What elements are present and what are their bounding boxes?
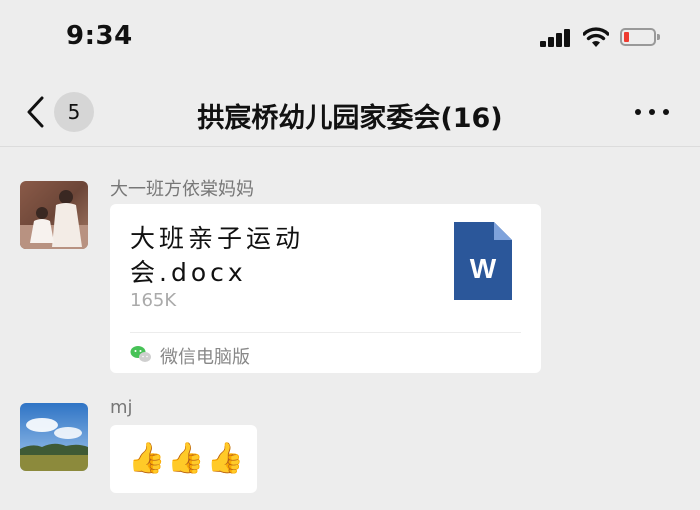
avatar[interactable] [20, 181, 88, 249]
file-size: 165K [130, 290, 177, 311]
more-options-icon[interactable] [632, 104, 672, 120]
file-name: 大班亲子运动会.docx [130, 224, 305, 287]
file-source-label: 微信电脑版 [160, 347, 250, 368]
sender-name: mj [110, 397, 133, 418]
unread-count-badge: 5 [54, 92, 94, 132]
chat-header: 拱宸桥幼儿园家委会(16) 5 [0, 78, 700, 147]
text-message-bubble[interactable]: 👍👍👍 [110, 425, 257, 493]
sender-name: 大一班方依棠妈妈 [110, 179, 254, 200]
battery-icon [620, 28, 660, 46]
word-doc-icon: W [454, 222, 512, 300]
word-doc-letter: W [470, 253, 497, 284]
back-button[interactable]: 5 [24, 92, 104, 132]
chevron-left-icon [27, 96, 44, 128]
wechat-icon [130, 346, 151, 362]
divider [130, 332, 521, 333]
avatar[interactable] [20, 403, 88, 471]
cellular-signal-icon [540, 29, 572, 47]
chat-title: 拱宸桥幼儿园家委会(16) [197, 103, 503, 134]
status-time: 9:34 [66, 21, 133, 51]
thumbs-up-emoji-text: 👍👍👍 [128, 441, 247, 476]
file-message-bubble[interactable]: 大班亲子运动会.docx 165K W 微信电脑版 [110, 204, 541, 373]
wifi-icon [583, 27, 609, 47]
